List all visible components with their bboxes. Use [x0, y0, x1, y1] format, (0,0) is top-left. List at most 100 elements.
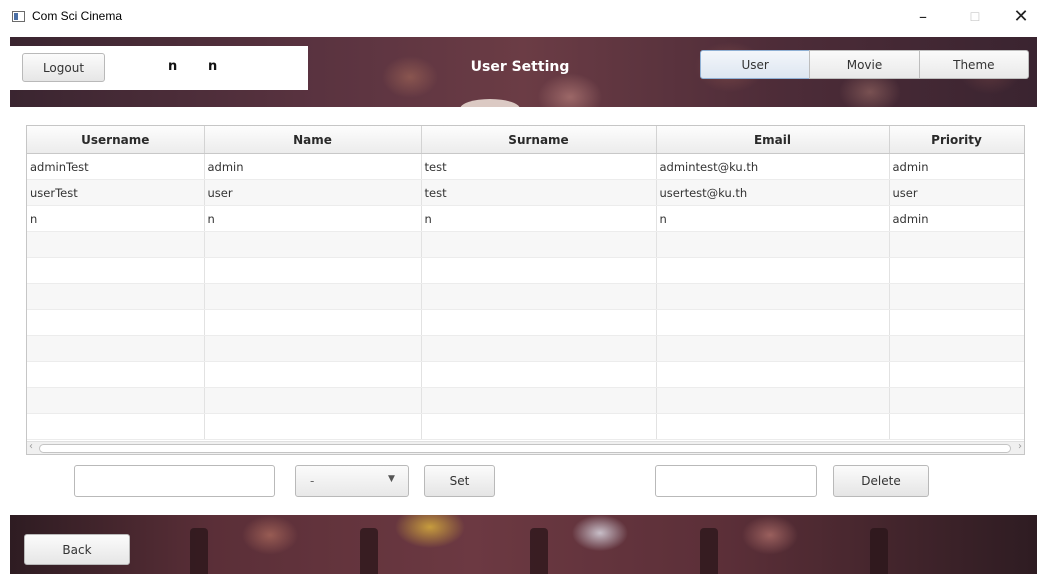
- table-body: adminTest admin test admintest@ku.th admin us…: [27, 153, 1024, 440]
- table-cell-name[interactable]: [204, 283, 422, 310]
- minimize-icon[interactable]: –: [908, 6, 938, 28]
- table-cell-priority[interactable]: [889, 387, 1024, 414]
- user-panel: Logout n n: [10, 46, 308, 90]
- table-cell-surname[interactable]: [421, 361, 657, 388]
- table-cell-priority[interactable]: [889, 361, 1024, 388]
- table-cell-priority[interactable]: [889, 231, 1024, 258]
- table-row[interactable]: [27, 257, 1024, 284]
- table-cell-email[interactable]: n: [656, 205, 890, 232]
- table-cell-email[interactable]: admintest@ku.th: [656, 153, 890, 180]
- table-cell-username[interactable]: n: [27, 205, 205, 232]
- table-row[interactable]: [27, 335, 1024, 362]
- seat-decoration: [190, 528, 208, 574]
- table-cell-name[interactable]: [204, 361, 422, 388]
- set-button[interactable]: Set: [424, 465, 495, 497]
- tab-user[interactable]: User: [700, 50, 811, 79]
- table-row[interactable]: n n n n admin: [27, 205, 1024, 232]
- table-cell-surname[interactable]: [421, 231, 657, 258]
- user-first-name: n: [168, 59, 178, 74]
- close-icon[interactable]: ✕: [1006, 6, 1036, 28]
- table-cell-surname[interactable]: [421, 309, 657, 336]
- table-row[interactable]: [27, 231, 1024, 258]
- table-cell-email[interactable]: [656, 283, 890, 310]
- table-cell-email[interactable]: [656, 387, 890, 414]
- table-cell-email[interactable]: [656, 231, 890, 258]
- back-button[interactable]: Back: [24, 534, 130, 565]
- table-cell-priority[interactable]: user: [889, 179, 1024, 206]
- table-cell-email[interactable]: usertest@ku.th: [656, 179, 890, 206]
- delete-user-field[interactable]: [655, 465, 817, 497]
- column-header-email[interactable]: Email: [656, 126, 890, 154]
- window-title: Com Sci Cinema: [32, 9, 123, 23]
- table-cell-username[interactable]: [27, 257, 205, 284]
- user-last-name: n: [208, 59, 218, 74]
- column-header-username[interactable]: Username: [27, 126, 205, 154]
- table-cell-surname[interactable]: test: [421, 179, 657, 206]
- table-cell-name[interactable]: [204, 335, 422, 362]
- window-title-bar: Com Sci Cinema – ☐ ✕: [0, 0, 1037, 34]
- table-cell-surname[interactable]: n: [421, 205, 657, 232]
- table-row[interactable]: [27, 283, 1024, 310]
- logout-button[interactable]: Logout: [22, 53, 105, 82]
- column-header-priority[interactable]: Priority: [889, 126, 1024, 154]
- table-cell-username[interactable]: [27, 283, 205, 310]
- table-cell-name[interactable]: [204, 257, 422, 284]
- table-cell-surname[interactable]: [421, 387, 657, 414]
- table-cell-email[interactable]: [656, 309, 890, 336]
- table-cell-username[interactable]: [27, 413, 205, 440]
- scroll-left-icon[interactable]: ‹: [29, 441, 33, 452]
- table-cell-email[interactable]: [656, 361, 890, 388]
- scroll-right-icon[interactable]: ›: [1018, 441, 1022, 452]
- column-header-surname[interactable]: Surname: [421, 126, 657, 154]
- tab-movie[interactable]: Movie: [809, 50, 920, 79]
- table-cell-priority[interactable]: [889, 413, 1024, 440]
- table-cell-surname[interactable]: [421, 413, 657, 440]
- table-cell-priority[interactable]: admin: [889, 205, 1024, 232]
- table-cell-username[interactable]: userTest: [27, 179, 205, 206]
- table-cell-username[interactable]: adminTest: [27, 153, 205, 180]
- column-header-name[interactable]: Name: [204, 126, 422, 154]
- footer-banner: Back: [10, 515, 1037, 574]
- table-row[interactable]: adminTest admin test admintest@ku.th admin: [27, 153, 1024, 180]
- table-row[interactable]: [27, 387, 1024, 414]
- table-row[interactable]: [27, 413, 1024, 440]
- table-cell-username[interactable]: [27, 231, 205, 258]
- priority-dropdown[interactable]: - ▼: [295, 465, 409, 497]
- table-cell-priority[interactable]: admin: [889, 153, 1024, 180]
- table-cell-email[interactable]: [656, 335, 890, 362]
- table-cell-name[interactable]: admin: [204, 153, 422, 180]
- table-cell-priority[interactable]: [889, 257, 1024, 284]
- table-cell-surname[interactable]: [421, 257, 657, 284]
- table-cell-email[interactable]: [656, 257, 890, 284]
- table-cell-name[interactable]: user: [204, 179, 422, 206]
- table-cell-name[interactable]: n: [204, 205, 422, 232]
- table-row[interactable]: userTest user test usertest@ku.th user: [27, 179, 1024, 206]
- maximize-icon[interactable]: ☐: [960, 6, 990, 28]
- table-cell-username[interactable]: [27, 387, 205, 414]
- chevron-down-icon: ▼: [388, 474, 395, 484]
- table-cell-priority[interactable]: [889, 309, 1024, 336]
- table-cell-username[interactable]: [27, 309, 205, 336]
- table-cell-name[interactable]: [204, 309, 422, 336]
- scrollbar-thumb[interactable]: [39, 444, 1011, 453]
- table-cell-priority[interactable]: [889, 283, 1024, 310]
- table-cell-name[interactable]: [204, 387, 422, 414]
- table-cell-name[interactable]: [204, 413, 422, 440]
- delete-button[interactable]: Delete: [833, 465, 929, 497]
- horizontal-scrollbar[interactable]: ‹ ›: [27, 441, 1024, 454]
- table-header-row: Username Name Surname Email Priority: [27, 126, 1024, 154]
- tab-theme[interactable]: Theme: [918, 50, 1029, 79]
- table-row[interactable]: [27, 361, 1024, 388]
- table-cell-priority[interactable]: [889, 335, 1024, 362]
- table-cell-username[interactable]: [27, 335, 205, 362]
- table-cell-surname[interactable]: [421, 283, 657, 310]
- table-cell-username[interactable]: [27, 361, 205, 388]
- table-cell-surname[interactable]: [421, 335, 657, 362]
- priority-dropdown-value: -: [310, 474, 315, 488]
- table-cell-surname[interactable]: test: [421, 153, 657, 180]
- table-row[interactable]: [27, 309, 1024, 336]
- table-cell-email[interactable]: [656, 413, 890, 440]
- edit-user-field[interactable]: [74, 465, 275, 497]
- table-cell-name[interactable]: [204, 231, 422, 258]
- app-icon: [12, 11, 25, 22]
